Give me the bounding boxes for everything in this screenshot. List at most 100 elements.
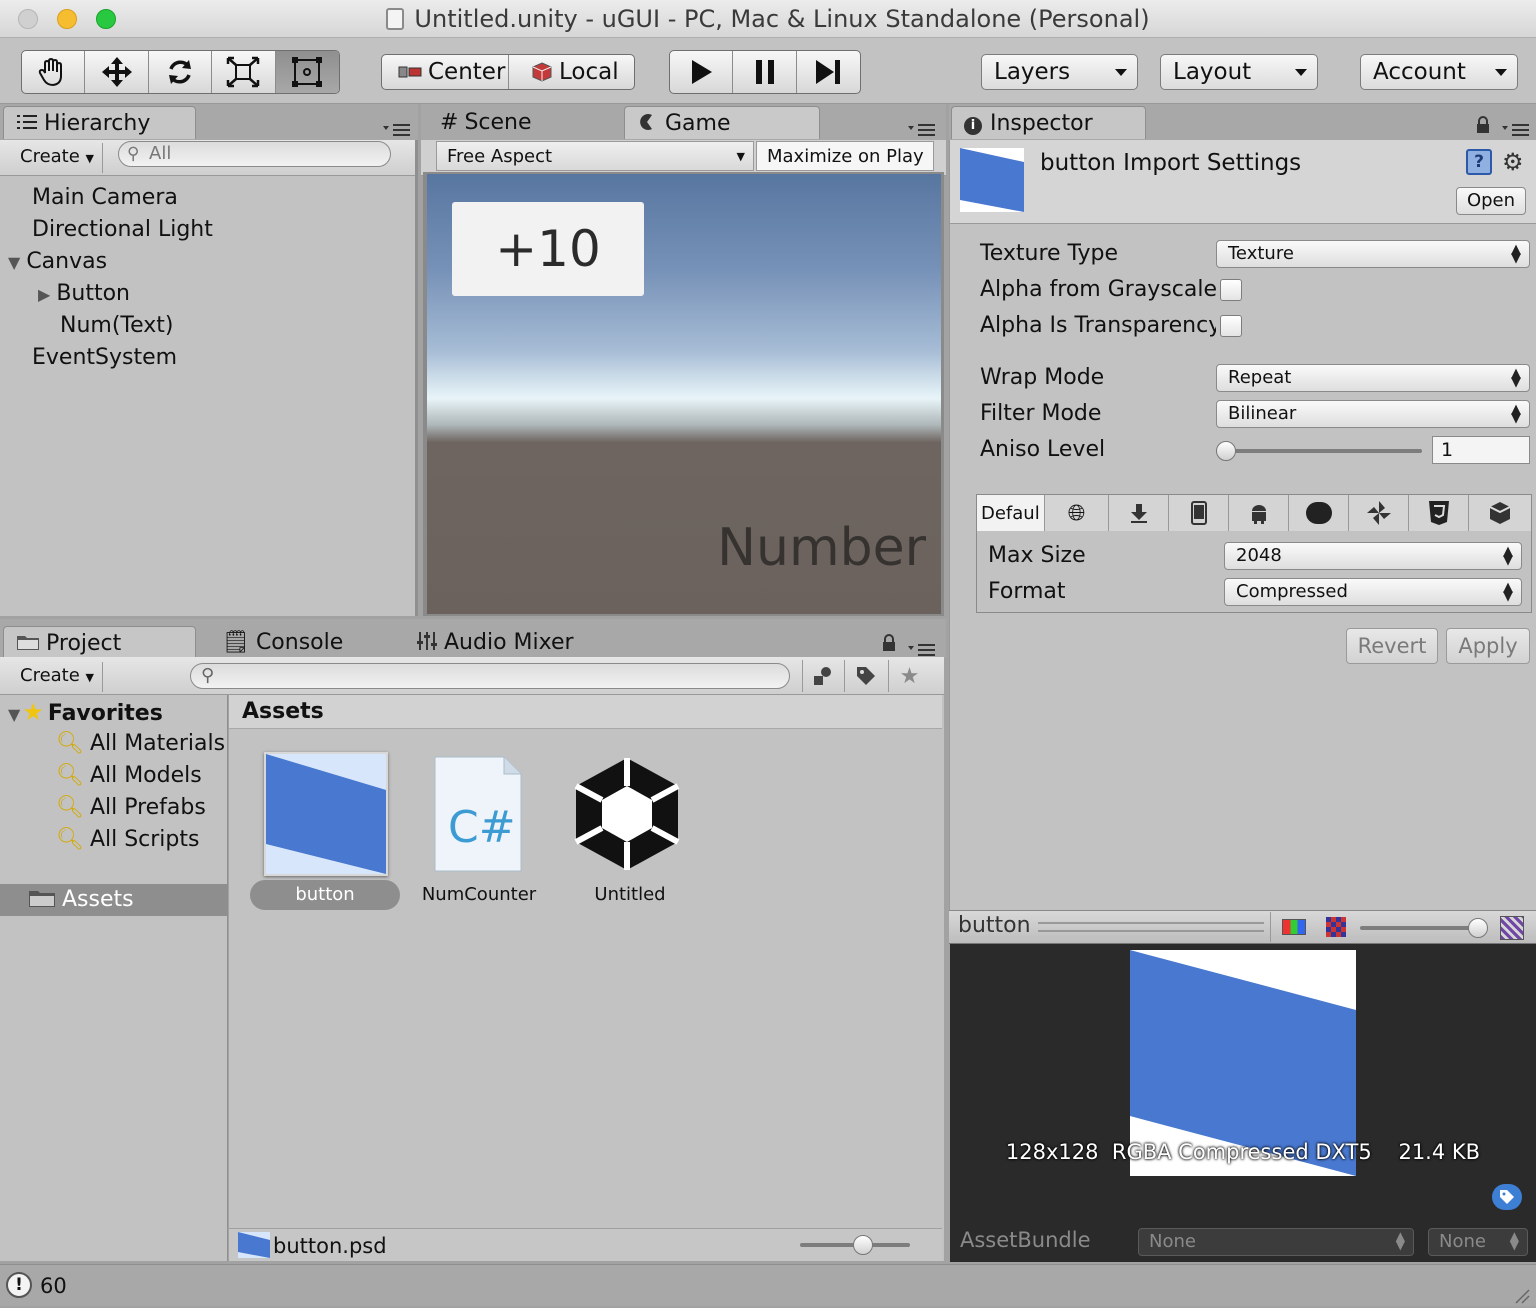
open-button[interactable]: Open (1456, 187, 1526, 215)
preview-drag-handle[interactable] (1038, 922, 1264, 932)
transform-tools (21, 50, 340, 94)
platform-tab-standalone[interactable] (1109, 495, 1169, 531)
format-dropdown[interactable]: Compressed ▲ ▼ (1224, 578, 1522, 606)
favorites-folder[interactable]: ▼★ Favorites (8, 696, 163, 731)
asset-button-label[interactable]: button (250, 880, 400, 910)
revert-button[interactable]: Revert (1346, 628, 1438, 664)
tab-project[interactable]: Project (3, 626, 196, 659)
asset-numcounter-label[interactable]: NumCounter (410, 884, 548, 905)
asset-labels-button[interactable] (1492, 1184, 1522, 1210)
platform-tab-tizen[interactable] (1349, 495, 1409, 531)
hierarchy-item-button[interactable]: ▶ Button (38, 278, 130, 311)
texture-type-dropdown[interactable]: Texture ▲ ▼ (1216, 240, 1530, 268)
mipmap-icon[interactable] (1500, 916, 1524, 940)
play-button[interactable] (670, 51, 734, 93)
aniso-level-slider[interactable] (1216, 449, 1422, 453)
scale-tool-button[interactable] (212, 51, 276, 93)
hand-tool-button[interactable] (22, 51, 86, 93)
account-dropdown[interactable]: Account (1360, 54, 1518, 90)
favorite-all-models[interactable]: 🔍︎ All Models (56, 760, 202, 792)
max-size-dropdown[interactable]: 2048 ▲ ▼ (1224, 542, 1522, 570)
tab-game[interactable]: Game (624, 106, 820, 139)
filter-by-label-button[interactable] (844, 660, 886, 692)
folder-icon (17, 636, 39, 650)
foldout-expanded-icon[interactable]: ▼ (8, 705, 20, 724)
favorite-all-scripts[interactable]: 🔍︎ All Scripts (56, 824, 199, 856)
pivot-center-button[interactable]: Center (382, 55, 509, 89)
wrap-mode-dropdown[interactable]: Repeat ▲ ▼ (1216, 364, 1530, 392)
hierarchy-item-main-camera[interactable]: Main Camera (32, 182, 178, 214)
help-book-icon[interactable]: ? (1466, 149, 1492, 175)
status-text[interactable]: 60 (40, 1274, 67, 1298)
info-bubble-icon[interactable]: ! (6, 1272, 32, 1298)
platform-tab-blackberry[interactable] (1289, 495, 1349, 531)
icon-size-slider-thumb[interactable] (853, 1235, 873, 1255)
project-tab-label: Project (46, 631, 122, 656)
search-icon: 🔍︎ (56, 827, 84, 852)
pause-button[interactable] (733, 51, 797, 93)
layout-dropdown[interactable]: Layout (1160, 54, 1318, 90)
apply-button[interactable]: Apply (1446, 628, 1530, 664)
texture-info-line: 128x128 RGBA Compressed DXT5 21.4 KB (950, 1140, 1536, 1164)
panel-menu-icon[interactable] (908, 642, 936, 656)
asset-button-thumbnail[interactable] (264, 752, 388, 876)
tab-scene[interactable]: # Scene (428, 106, 618, 139)
aniso-level-slider-thumb[interactable] (1216, 441, 1236, 461)
save-search-star-button[interactable]: ★ (888, 660, 930, 692)
panel-menu-icon[interactable] (908, 122, 936, 136)
project-create-button[interactable]: Create ▼ (12, 662, 104, 692)
foldout-expanded-icon[interactable]: ▼ (8, 253, 20, 272)
mip-level-slider-thumb[interactable] (1468, 918, 1488, 938)
tab-hierarchy[interactable]: Hierarchy (3, 106, 196, 139)
document-icon (386, 8, 405, 30)
hierarchy-item-canvas[interactable]: ▼ Canvas (8, 246, 107, 279)
platform-tab-default[interactable]: Defaul (977, 495, 1045, 531)
tab-inspector[interactable]: i Inspector (951, 106, 1146, 139)
lock-icon[interactable] (880, 634, 898, 652)
filter-mode-dropdown[interactable]: Bilinear ▲ ▼ (1216, 400, 1530, 428)
panel-menu-icon[interactable] (383, 122, 411, 136)
asset-untitled-thumbnail[interactable] (568, 752, 686, 876)
favorite-all-prefabs[interactable]: 🔍︎ All Prefabs (56, 792, 206, 824)
platform-tab-android[interactable] (1229, 495, 1289, 531)
asset-untitled-label[interactable]: Untitled (567, 884, 693, 905)
favorite-all-materials[interactable]: 🔍︎ All Materials (56, 728, 225, 760)
hierarchy-item-directional-light[interactable]: Directional Light (32, 214, 213, 246)
rect-tool-button[interactable] (275, 51, 339, 93)
alpha-channel-button[interactable] (1318, 912, 1354, 942)
resize-grip-icon[interactable] (1510, 1284, 1530, 1304)
hierarchy-item-event-system[interactable]: EventSystem (32, 342, 177, 374)
aniso-level-field[interactable]: 1 (1432, 436, 1530, 464)
step-button[interactable] (797, 51, 860, 93)
assetbundle-variant-dropdown[interactable]: None ▲ ▼ (1428, 1228, 1528, 1256)
alpha-from-grayscale-checkbox[interactable] (1220, 279, 1242, 301)
filter-by-type-button[interactable] (802, 660, 842, 692)
tab-audio-mixer[interactable]: Audio Mixer (404, 626, 624, 659)
pause-icon (755, 60, 774, 84)
rotate-tool-button[interactable] (149, 51, 213, 93)
platform-tab-web[interactable]: 🌐︎ (1045, 495, 1109, 531)
aspect-dropdown[interactable]: Free Aspect ▼ (436, 141, 754, 171)
lock-icon[interactable] (1474, 116, 1492, 134)
asset-numcounter-thumbnail[interactable]: C# (434, 756, 522, 872)
platform-tab-ios[interactable] (1169, 495, 1229, 531)
assets-folder-item[interactable]: Assets (0, 884, 228, 916)
pivot-local-button[interactable]: Local (509, 55, 634, 89)
layers-dropdown[interactable]: Layers (981, 54, 1138, 90)
alpha-is-transparency-checkbox[interactable] (1220, 315, 1242, 337)
tag-icon (856, 667, 875, 685)
foldout-collapsed-icon[interactable]: ▶ (38, 285, 50, 304)
favorite-label: All Scripts (89, 827, 200, 852)
game-plus-ten-button[interactable]: +10 (452, 202, 644, 296)
panel-menu-icon[interactable] (1502, 122, 1530, 136)
tab-console[interactable]: 🗒 Console (210, 626, 400, 659)
hierarchy-item-num-text[interactable]: Num(Text) (60, 310, 174, 342)
move-tool-button[interactable] (85, 51, 149, 93)
assetbundle-dropdown[interactable]: None ▲ ▼ (1138, 1228, 1414, 1256)
platform-tab-webgl[interactable] (1409, 495, 1469, 531)
gear-icon[interactable]: ⚙ (1502, 148, 1524, 176)
platform-tab-samsung-tv[interactable] (1469, 495, 1531, 531)
rgb-channel-button[interactable] (1270, 912, 1316, 942)
project-search-input[interactable]: ⚲ (190, 663, 790, 689)
maximize-on-play-toggle[interactable]: Maximize on Play (756, 141, 934, 171)
